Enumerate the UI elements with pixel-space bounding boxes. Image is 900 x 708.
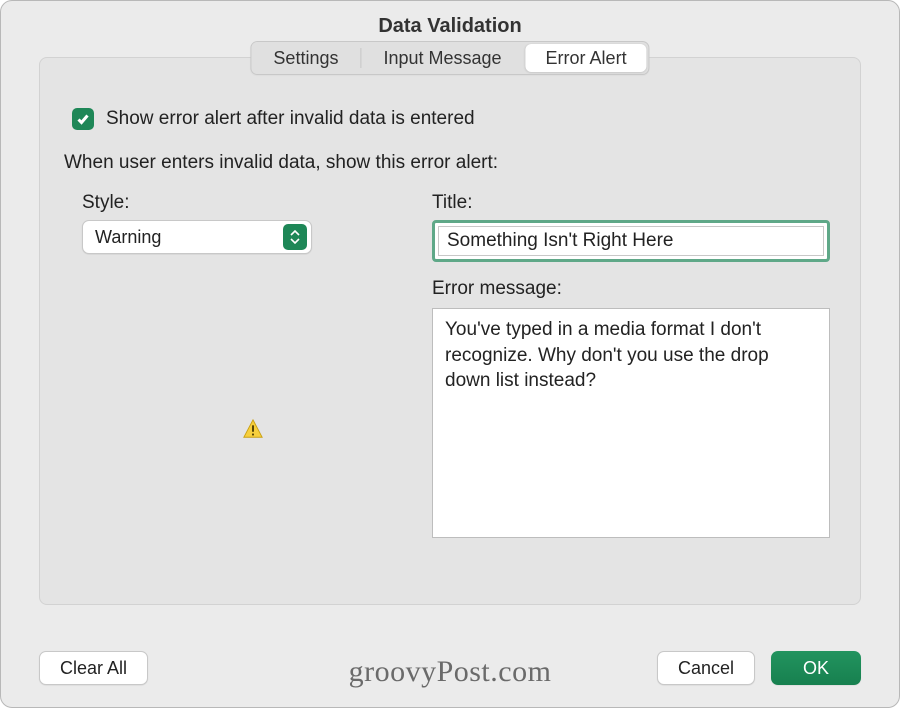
title-message-column: Title: Error message: [432,192,830,538]
ok-button[interactable]: OK [771,651,861,685]
tab-bar: Settings Input Message Error Alert [250,41,649,75]
title-input-focus-ring [432,220,830,262]
button-label: Cancel [678,658,734,679]
dialog-window: Data Validation Settings Input Message E… [0,0,900,708]
clear-all-button[interactable]: Clear All [39,651,148,685]
tab-settings[interactable]: Settings [251,42,360,74]
footer-right-group: Cancel OK [657,651,861,685]
select-stepper-icon [283,224,307,250]
style-select[interactable]: Warning [82,220,312,254]
title-input[interactable] [438,226,824,256]
cancel-button[interactable]: Cancel [657,651,755,685]
content-panel: Settings Input Message Error Alert Show … [39,57,861,605]
tab-label: Error Alert [546,48,627,69]
dialog-footer: Clear All Cancel OK [39,651,861,685]
tab-label: Settings [273,48,338,69]
show-error-alert-checkbox[interactable] [72,108,94,130]
show-error-alert-row: Show error alert after invalid data is e… [72,108,830,130]
tab-label: Input Message [383,48,501,69]
style-value: Warning [95,227,161,248]
checkbox-label: Show error alert after invalid data is e… [106,108,475,130]
instruction-text: When user enters invalid data, show this… [64,152,830,174]
form-row: Style: Warning Title: Error message: [82,192,830,538]
window-title: Data Validation [378,15,521,38]
style-column: Style: Warning [82,192,392,538]
warning-icon [242,418,264,440]
checkmark-icon [76,112,90,126]
tab-input-message[interactable]: Input Message [361,42,523,74]
style-label: Style: [82,192,392,214]
tab-error-alert[interactable]: Error Alert [526,44,647,72]
error-message-label: Error message: [432,278,830,300]
title-label: Title: [432,192,830,214]
button-label: Clear All [60,658,127,679]
button-label: OK [803,658,829,679]
error-message-textarea[interactable] [432,308,830,538]
